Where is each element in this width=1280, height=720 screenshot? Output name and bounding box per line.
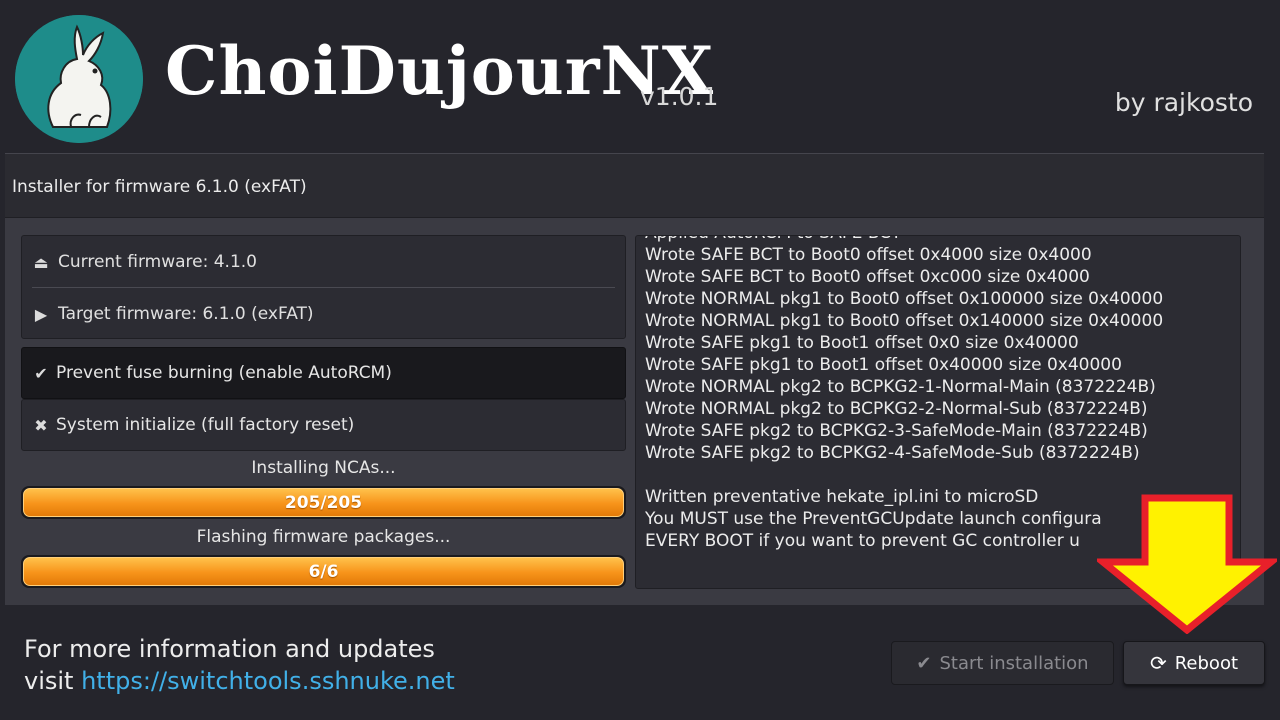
log-line: Wrote NORMAL pkg2 to BCPKG2-2-Normal-Sub… xyxy=(645,399,1148,419)
progress-text: 6/6 xyxy=(308,561,339,582)
current-firmware-label: Current firmware: 4.1.0 xyxy=(58,252,257,272)
log-line: Wrote NORMAL pkg2 to BCPKG2-1-Normal-Mai… xyxy=(645,377,1156,397)
x-icon: ✖ xyxy=(34,415,48,435)
refresh-icon: ⟳ xyxy=(1149,651,1167,675)
target-firmware-row: ▶ Target firmware: 6.1.0 (exFAT) xyxy=(32,302,314,326)
option-label: System initialize (full factory reset) xyxy=(56,415,355,435)
log-line: Wrote NORMAL pkg1 to Boot0 offset 0x1400… xyxy=(645,311,1164,331)
checkmark-icon: ✔ xyxy=(916,652,932,674)
log-line: Wrote SAFE BCT to Boot0 offset 0xc000 si… xyxy=(645,267,1090,287)
start-installation-button[interactable]: ✔ Start installation xyxy=(891,641,1114,685)
progress-text: 205/205 xyxy=(284,492,363,513)
play-icon: ▶ xyxy=(34,304,48,324)
option-prevent-fuse-burning[interactable]: ✔ Prevent fuse burning (enable AutoRCM) xyxy=(21,347,626,399)
progress-bar-flashing: 6/6 xyxy=(21,555,626,588)
start-installation-label: Start installation xyxy=(939,652,1089,674)
footer-info-line2: visit https://switchtools.sshnuke.net xyxy=(24,665,455,697)
progress-bar-ncas: 205/205 xyxy=(21,486,626,519)
footer-info-line1: For more information and updates xyxy=(24,635,435,663)
progress-label-flashing: Flashing firmware packages... xyxy=(196,527,451,547)
installer-panel: Installer for firmware 6.1.0 (exFAT) ⏏ C… xyxy=(5,153,1264,605)
reboot-button[interactable]: ⟳ Reboot xyxy=(1123,641,1265,685)
app-author: by rajkosto xyxy=(1114,88,1253,117)
divider xyxy=(32,287,615,288)
footer-visit-prefix: visit xyxy=(24,667,82,695)
current-firmware-row: ⏏ Current firmware: 4.1.0 xyxy=(32,250,257,274)
progress-label-ncas: Installing NCAs... xyxy=(251,458,396,478)
rabbit-logo-icon xyxy=(15,15,143,143)
annotation-arrow-icon xyxy=(1097,494,1277,634)
log-line: Wrote SAFE BCT to Boot0 offset 0x4000 si… xyxy=(645,245,1092,265)
app-version: v1.0.1 xyxy=(640,82,719,111)
checkmark-icon: ✔ xyxy=(34,363,48,383)
website-link[interactable]: https://switchtools.sshnuke.net xyxy=(81,667,455,695)
log-line: Wrote SAFE pkg1 to Boot1 offset 0x0 size… xyxy=(645,333,1079,353)
log-line: Wrote SAFE pkg1 to Boot1 offset 0x40000 … xyxy=(645,355,1122,375)
progress-fill: 6/6 xyxy=(23,557,624,586)
panel-header: Installer for firmware 6.1.0 (exFAT) xyxy=(5,153,1264,218)
target-firmware-label: Target firmware: 6.1.0 (exFAT) xyxy=(58,304,314,324)
app-title: ChoiDujourNX xyxy=(165,32,715,110)
log-line: Applied AutoRCM to SAFE BCT xyxy=(645,236,1240,244)
option-label: Prevent fuse burning (enable AutoRCM) xyxy=(56,363,392,383)
log-line: Wrote NORMAL pkg1 to Boot0 offset 0x1000… xyxy=(645,289,1164,309)
installer-subtitle: Installer for firmware 6.1.0 (exFAT) xyxy=(12,177,307,197)
rabbit-logo xyxy=(15,15,143,143)
option-system-initialize[interactable]: ✖ System initialize (full factory reset) xyxy=(21,399,626,451)
log-line: Wrote SAFE pkg2 to BCPKG2-3-SafeMode-Mai… xyxy=(645,421,1148,441)
footer-info: For more information and updates visit h… xyxy=(24,633,455,697)
firmware-info-box: ⏏ Current firmware: 4.1.0 ▶ Target firmw… xyxy=(21,235,626,339)
reboot-label: Reboot xyxy=(1174,652,1239,674)
progress-fill: 205/205 xyxy=(23,488,624,517)
log-line: Wrote SAFE pkg2 to BCPKG2-4-SafeMode-Sub… xyxy=(645,443,1140,463)
eject-icon: ⏏ xyxy=(33,252,49,272)
